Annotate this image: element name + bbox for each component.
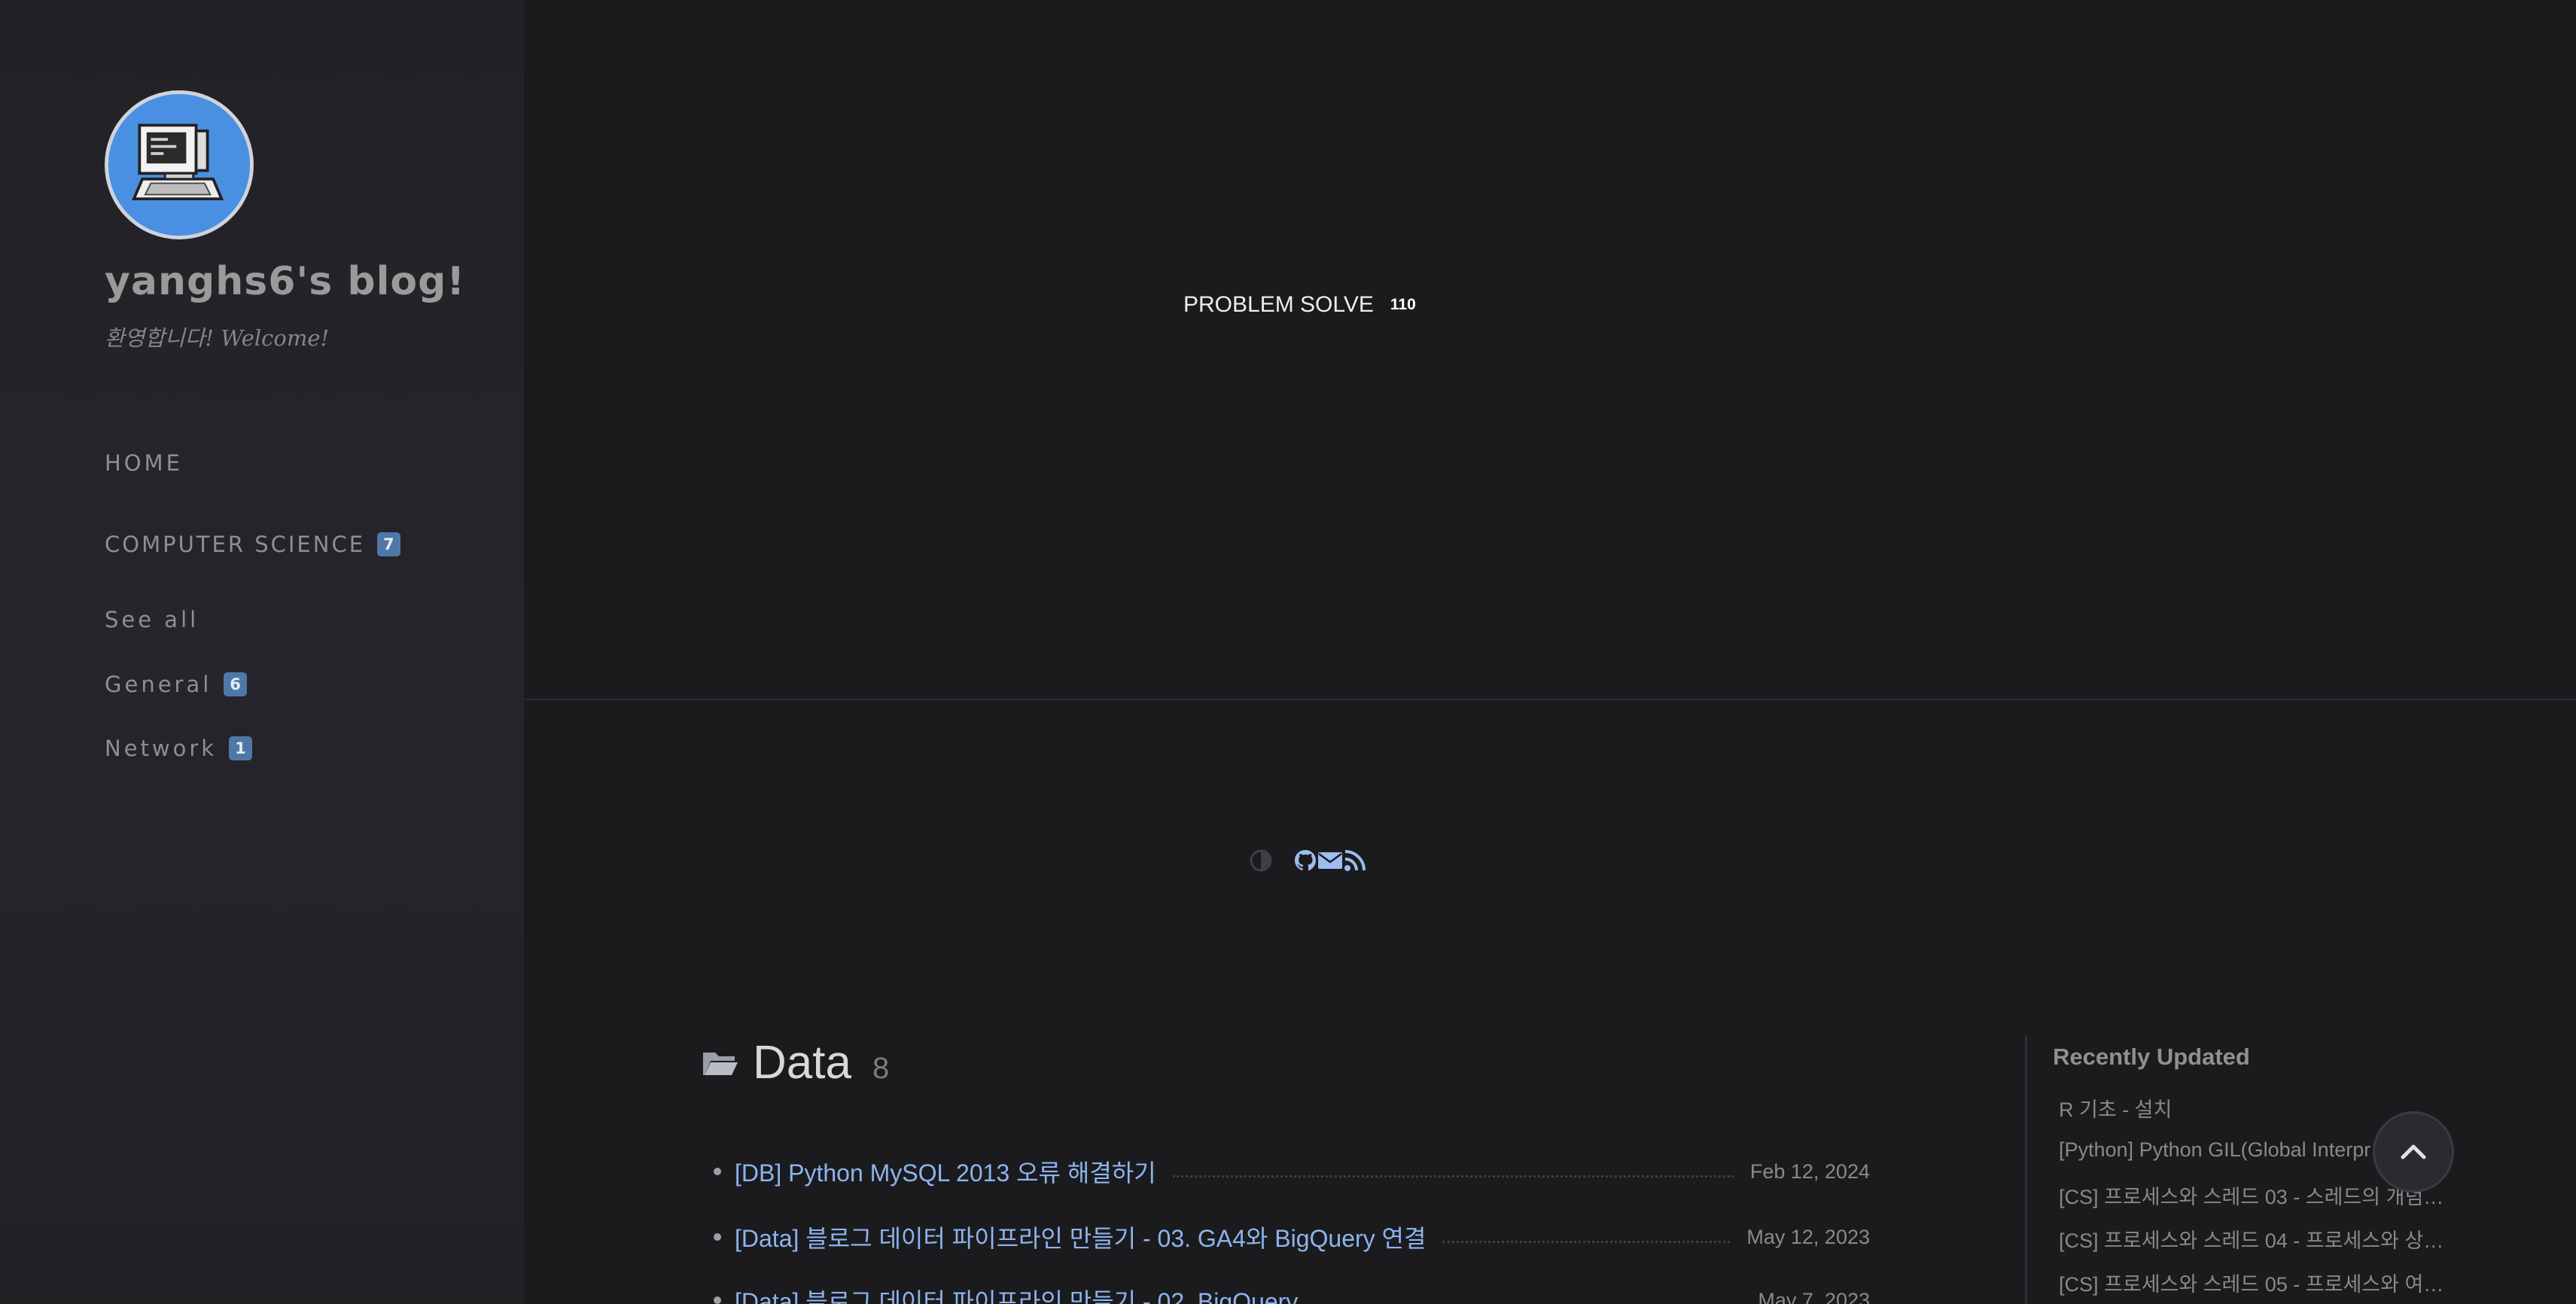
recently-updated-item[interactable]: [CS] 프로세스와 스레드 04 - 프로세스와 상… [2059,1224,2444,1254]
category-heading: Data 8 [702,1036,889,1089]
nav-home-label: HOME [105,450,183,476]
problem-solve-count: 110 [1390,296,1416,313]
theme-toggle-icon[interactable] [1248,848,1274,873]
back-to-top-button[interactable] [2373,1111,2454,1193]
nav-computer-science-label: COMPUTER SCIENCE [105,532,366,557]
category-post-count: 8 [872,1052,890,1085]
nav-see-all[interactable]: See all [105,607,199,632]
problem-solve-link[interactable]: PROBLEM SOLVE 110 [1183,292,1416,318]
nav-network-label: Network [105,736,218,761]
github-icon[interactable] [1293,849,1317,873]
bullet-icon [714,1233,721,1241]
dotted-leader [1442,1240,1731,1243]
bullet-icon [714,1168,721,1175]
bullet-icon [714,1296,721,1304]
avatar[interactable] [105,90,254,239]
recently-updated-item[interactable]: R 기초 - 설치 [2059,1093,2444,1123]
problem-solve-label: PROBLEM SOLVE [1183,292,1374,317]
retro-computer-icon [108,94,250,236]
nav-network[interactable]: Network 1 [105,736,252,761]
social-icon-row [1248,848,1367,873]
nav-general[interactable]: General 6 [105,672,247,697]
post-date: May 7, 2023 [1758,1288,1870,1304]
site-title[interactable]: yanghs6's blog! [105,259,465,304]
post-title-link[interactable]: [Data] 블로그 데이터 파이프라인 만들기 - 02. BigQuery [735,1283,1298,1304]
post-list-item[interactable]: [Data] 블로그 데이터 파이프라인 만들기 - 02. BigQuery … [714,1281,1870,1304]
post-date: May 12, 2023 [1746,1225,1870,1248]
rss-icon[interactable] [1343,849,1367,873]
post-title-link[interactable]: [Data] 블로그 데이터 파이프라인 만들기 - 03. GA4와 BigQ… [735,1220,1426,1254]
nav-general-label: General [105,672,212,697]
sidebar: yanghs6's blog! 환영합니다! Welcome! HOME COM… [0,0,524,1304]
recently-updated-panel: Recently Updated R 기초 - 설치 [Python] Pyth… [2025,1036,2576,1304]
recently-updated-title: Recently Updated [2053,1044,2250,1070]
post-list-item[interactable]: [DB] Python MySQL 2013 오류 해결하기 Feb 12, 2… [714,1153,1870,1190]
email-icon[interactable] [1317,850,1343,871]
nav-home[interactable]: HOME [105,450,183,476]
category-title: Data [753,1037,851,1089]
site-subtitle: 환영합니다! Welcome! [105,325,330,351]
folder-open-icon [703,1052,738,1075]
recently-updated-item[interactable]: [CS] 프로세스와 스레드 05 - 프로세스와 여… [2059,1268,2444,1297]
page-root: yanghs6's blog! 환영합니다! Welcome! HOME COM… [0,0,2576,1304]
chevron-up-icon [2401,1144,2426,1159]
nav-network-count-badge: 1 [229,736,252,760]
nav-general-count-badge: 6 [224,672,247,696]
post-title-link[interactable]: [DB] Python MySQL 2013 오류 해결하기 [735,1154,1156,1189]
header-area: PROBLEM SOLVE 110 [524,0,2576,700]
post-date: Feb 12, 2024 [1749,1159,1870,1183]
nav-see-all-label: See all [105,607,199,632]
dotted-leader [1172,1175,1734,1178]
nav-computer-science-count-badge: 7 [377,532,400,556]
post-list-item[interactable]: [Data] 블로그 데이터 파이프라인 만들기 - 03. GA4와 BigQ… [714,1218,1870,1256]
recently-updated-item[interactable]: [CS] 프로세스와 스레드 03 - 스레드의 개념… [2059,1181,2444,1210]
nav-computer-science[interactable]: COMPUTER SCIENCE 7 [105,532,400,557]
